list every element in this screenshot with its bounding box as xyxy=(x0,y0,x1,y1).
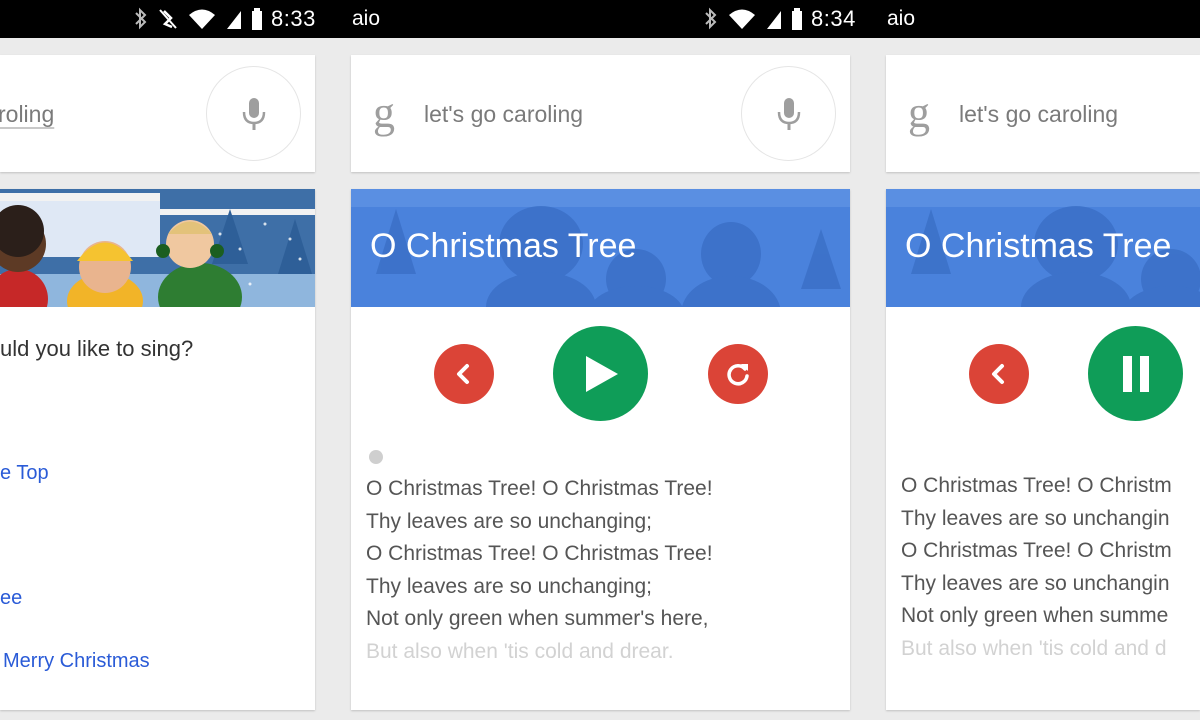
song-picker-card: uld you like to sing? e Top ee Merry Chr… xyxy=(0,189,315,710)
song-title: O Christmas Tree xyxy=(905,227,1172,265)
battery-icon xyxy=(252,8,262,30)
lyric-line: O Christmas Tree! O Christmas Tree! xyxy=(366,477,713,500)
wifi-icon xyxy=(729,9,755,29)
song-link-1[interactable]: e Top xyxy=(0,462,49,485)
song-title: O Christmas Tree xyxy=(370,227,637,265)
pause-icon xyxy=(1122,355,1149,392)
status-bar: 8:33 aio 8:34 aio xyxy=(0,0,1200,38)
lyric-line: Not only green when summer's here, xyxy=(366,607,709,631)
battery-icon xyxy=(792,8,802,30)
microphone-icon xyxy=(242,97,265,130)
status-icons-left: 8:33 xyxy=(133,0,316,38)
signal-icon xyxy=(227,11,241,29)
mic-button-left[interactable] xyxy=(206,66,301,161)
lyrics-right: O Christmas Tree! O Christm Thy leaves a… xyxy=(901,470,1172,666)
lyric-line: Thy leaves are so unchangin xyxy=(901,506,1170,530)
search-query-left[interactable]: roling xyxy=(0,101,54,128)
lyric-line: But also when 'tis cold and d xyxy=(901,636,1167,660)
search-card-middle[interactable]: g let's go caroling xyxy=(351,55,850,172)
lyric-line: But also when 'tis cold and drear. xyxy=(366,639,674,663)
play-icon xyxy=(585,355,618,392)
chevron-left-icon xyxy=(457,364,469,384)
google-g-icon: g xyxy=(373,88,395,137)
lyrics-middle: O Christmas Tree! O Christmas Tree! Thy … xyxy=(366,473,713,669)
lyric-line: O Christmas Tree! O Christm xyxy=(901,474,1172,497)
song-banner: O Christmas Tree xyxy=(351,189,850,307)
signal-icon xyxy=(767,11,781,29)
vibrate-silent-icon xyxy=(159,9,177,29)
status-app-left: aio xyxy=(352,7,381,30)
wifi-icon xyxy=(189,9,215,29)
carolers-image xyxy=(0,189,315,307)
previous-button[interactable] xyxy=(434,344,494,404)
pause-button[interactable] xyxy=(1088,326,1183,421)
lyric-line: Not only green when summe xyxy=(901,604,1169,628)
search-card-left[interactable]: roling xyxy=(0,55,315,172)
bluetooth-icon xyxy=(705,7,717,30)
progress-dot xyxy=(369,450,383,464)
song-link-2[interactable]: ee xyxy=(0,587,22,610)
song-card-middle: O Christmas Tree O Christmas Tree! O Chr… xyxy=(351,189,850,710)
google-g-icon: g xyxy=(908,88,930,137)
status-app-right: aio xyxy=(887,7,916,30)
microphone-icon xyxy=(777,97,800,130)
chevron-left-icon xyxy=(992,364,1004,384)
search-query-middle[interactable]: let's go caroling xyxy=(424,101,583,128)
search-query-right[interactable]: let's go caroling xyxy=(959,101,1118,128)
lyric-line: O Christmas Tree! O Christmas Tree! xyxy=(366,542,713,566)
lyric-line: O Christmas Tree! O Christm xyxy=(901,539,1172,563)
play-button[interactable] xyxy=(553,326,648,421)
previous-button[interactable] xyxy=(969,344,1029,404)
song-card-right: O Christmas Tree O Christmas Tree! O Chr… xyxy=(886,189,1200,710)
bluetooth-icon xyxy=(135,7,147,30)
lyric-line: Thy leaves are so unchanging; xyxy=(366,509,653,533)
status-time-left: 8:33 xyxy=(271,6,316,31)
replay-icon xyxy=(727,364,749,386)
caroling-illustration xyxy=(0,189,315,307)
song-banner: O Christmas Tree xyxy=(886,189,1200,307)
search-card-right[interactable]: g let's go caroling xyxy=(886,55,1200,172)
lyric-line: Thy leaves are so unchangin xyxy=(901,571,1170,595)
sing-question: uld you like to sing? xyxy=(0,336,194,361)
song-link-3[interactable]: Merry Christmas xyxy=(3,650,150,673)
lyric-line: Thy leaves are so unchanging; xyxy=(366,574,653,598)
status-time-right: 8:34 xyxy=(811,6,856,31)
mic-button-middle[interactable] xyxy=(741,66,836,161)
replay-button[interactable] xyxy=(708,344,768,404)
status-icons-right: 8:34 xyxy=(703,0,856,38)
